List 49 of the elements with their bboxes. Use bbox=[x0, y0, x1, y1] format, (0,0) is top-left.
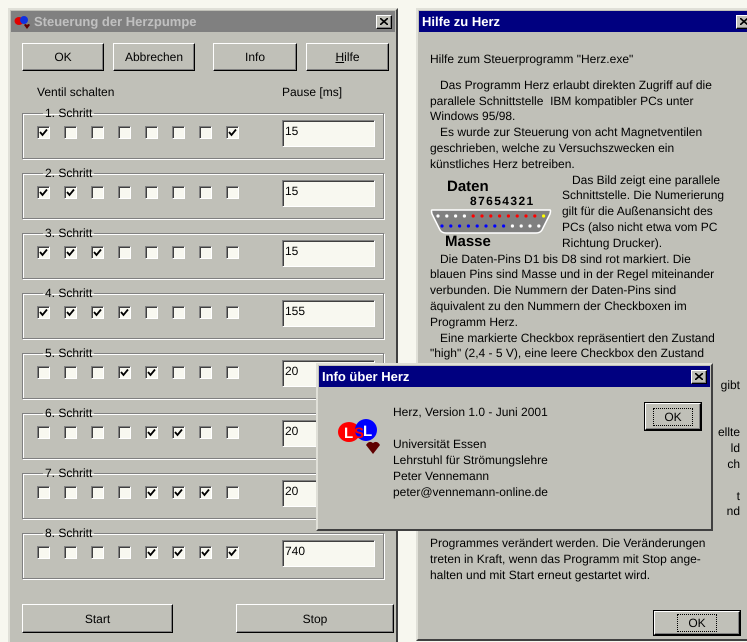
group-label: 5. Schritt bbox=[44, 346, 94, 360]
info-text-line: peter@vennemann-online.de bbox=[393, 484, 549, 500]
help-heading: Hilfe zum Steuerprogramm "Herz.exe" bbox=[430, 52, 634, 68]
version-text: Herz, Version 1.0 - Juni 2001 bbox=[393, 404, 549, 420]
help-text-line: "high" (2,4 - 5 V), eine leere Checkbox den Zustand bbox=[430, 346, 706, 362]
help-text-line: PCs (also nicht etwa vom PC bbox=[562, 220, 718, 236]
help-text-line: Eine markierte Checkbox repräsentiert den Zustand bbox=[439, 330, 716, 346]
group-label: 4. Schritt bbox=[44, 286, 94, 300]
help-text-line: Programm Herz. bbox=[430, 314, 520, 331]
group-label: 6. Schritt bbox=[44, 406, 94, 420]
group-label: 3. Schritt bbox=[44, 226, 94, 240]
group-label: 7. Schritt bbox=[44, 466, 94, 480]
help-text-line: Schnittstelle. Die Numerierung bbox=[562, 188, 724, 204]
window-title: Steuerung der Herzpumpe bbox=[34, 12, 198, 31]
help-text-line: treten in Kraft, wenn das Programm mit Stop ange- bbox=[430, 552, 702, 568]
help-text-line: blauen Pins sind Masse und in der Regel miteinander bbox=[430, 267, 716, 284]
help-text-fragment: t bbox=[736, 488, 740, 504]
info-text-line: Lehrstuhl für Strömungslehre bbox=[393, 452, 549, 468]
connector-label: Daten bbox=[447, 178, 490, 195]
info-text-line: Peter Vennemann bbox=[393, 468, 490, 484]
group-label: 8. Schritt bbox=[44, 526, 94, 540]
column-heading: Pause [ms] bbox=[282, 84, 342, 100]
help-text-line: verbunden. Die Nummern der Daten-Pins sind bbox=[430, 283, 678, 299]
help-text-line: geschrieben, welche zu Versuchszwecken ein bbox=[430, 140, 676, 157]
help-text-line: Es wurde zur Steuerung von acht Magnetventilen bbox=[439, 125, 704, 141]
help-text-fragment: ch bbox=[727, 456, 740, 473]
column-heading: Ventil schalten bbox=[37, 84, 116, 100]
window-title: Hilfe zu Herz bbox=[422, 12, 502, 31]
group-label: 1. Schritt bbox=[44, 106, 94, 120]
connector-label: Masse bbox=[445, 234, 492, 249]
help-text-line: Die Daten-Pins D1 bis D8 sind rot markiert. Die bbox=[439, 252, 692, 268]
help-text-line: gilt für die Außenansicht des bbox=[562, 204, 714, 220]
info-text-line: Universität Essen bbox=[393, 436, 488, 452]
help-text-line: halten und mit Start erneut gestartet wird. bbox=[430, 568, 652, 584]
help-text-fragment: ellte bbox=[718, 425, 740, 442]
group-label: 2. Schritt bbox=[44, 166, 94, 180]
window-title: Info über Herz bbox=[322, 368, 410, 386]
help-text-line: Programmes verändert werden. Die Veränderungen bbox=[430, 536, 706, 552]
help-text-line: Das Programm Herz erlaubt direkten Zugriff auf die bbox=[439, 78, 713, 94]
help-text-fragment: ld bbox=[730, 441, 740, 457]
help-text-line: äquivalent zu den Nummern der Checkboxen im bbox=[430, 298, 688, 315]
help-text-fragment: gibt bbox=[720, 378, 740, 394]
help-text-line: künstliches Herz betreiben. bbox=[430, 156, 576, 173]
help-text-line: Windows 95/98. bbox=[430, 109, 516, 126]
help-text-line: Das Bild zeigt eine parallele bbox=[571, 172, 722, 188]
pin-numbers: 87654321 bbox=[470, 194, 536, 208]
help-text-line: parallele Schnittstelle IBM kompatibler PCs unter bbox=[430, 94, 694, 110]
help-text-fragment: nd bbox=[726, 504, 740, 520]
help-text-line: Richtung Drucker). bbox=[562, 236, 664, 252]
